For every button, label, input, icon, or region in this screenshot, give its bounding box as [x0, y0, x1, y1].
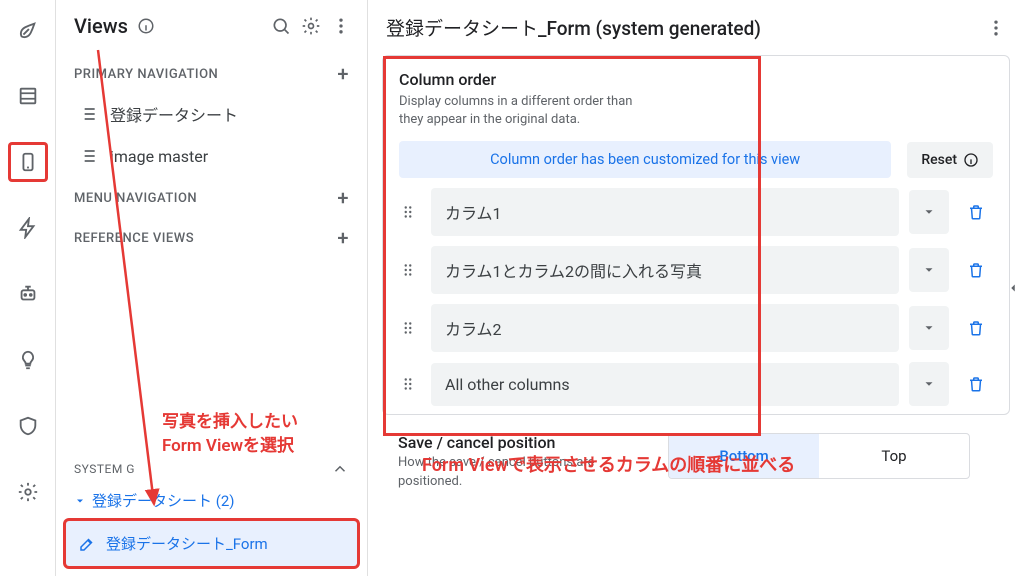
nav-item-1[interactable]: image master: [56, 136, 367, 176]
column-dropdown[interactable]: [909, 306, 949, 350]
drag-handle-icon[interactable]: [399, 375, 421, 393]
system-generated-heading: SYSTEM G: [56, 448, 367, 484]
drag-handle-icon[interactable]: [399, 319, 421, 337]
drag-handle-icon[interactable]: [399, 261, 421, 279]
menu-nav-add[interactable]: +: [337, 186, 349, 210]
segment-top[interactable]: Top: [819, 434, 969, 478]
column-dropdown[interactable]: [909, 248, 949, 292]
column-order-card: Column order Display columns in a differ…: [382, 55, 1010, 415]
column-dropdown[interactable]: [909, 362, 949, 406]
list-icon: [78, 104, 98, 124]
rail-lightbulb-icon[interactable]: [8, 340, 48, 380]
rail-shield-icon[interactable]: [8, 406, 48, 446]
views-panel: Views PRIMARY NAVIGATION + 登録データシート: [56, 0, 368, 576]
right-expand-handle[interactable]: [1006, 281, 1020, 295]
column-pill[interactable]: カラム1とカラム2の間に入れる写真: [431, 246, 899, 294]
delete-icon[interactable]: [959, 203, 993, 221]
order-row: All other columns: [399, 362, 993, 406]
save-cancel-segment: Bottom Top: [668, 433, 970, 479]
rail-data-icon[interactable]: [8, 76, 48, 116]
save-cancel-row: Save / cancel position How the save / ca…: [368, 415, 1024, 490]
page-title: 登録データシート_Form (system generated): [386, 14, 761, 41]
rail-gear-icon[interactable]: [8, 472, 48, 512]
rail-rocket-icon[interactable]: [8, 10, 48, 50]
drag-handle-icon[interactable]: [399, 203, 421, 221]
chevron-up-icon[interactable]: [331, 460, 349, 478]
icon-rail: [0, 0, 56, 576]
column-order-notice: Column order has been customized for thi…: [399, 141, 891, 178]
views-header: Views: [56, 0, 367, 52]
segment-bottom[interactable]: Bottom: [669, 434, 819, 478]
gear-icon[interactable]: [299, 14, 323, 38]
main-panel: 登録データシート_Form (system generated) Column …: [368, 0, 1024, 576]
column-pill[interactable]: カラム1: [431, 188, 899, 236]
info-icon[interactable]: [134, 14, 158, 38]
menu-nav-heading: MENU NAVIGATION +: [56, 176, 367, 216]
rail-smartphone-icon[interactable]: [8, 142, 48, 182]
save-cancel-desc: How the save / cancel buttons are positi…: [398, 454, 648, 490]
list-icon: [78, 146, 98, 166]
rail-bot-icon[interactable]: [8, 274, 48, 314]
primary-nav-heading: PRIMARY NAVIGATION +: [56, 52, 367, 92]
delete-icon[interactable]: [959, 375, 993, 393]
views-title: Views: [74, 14, 128, 38]
order-row: カラム1とカラム2の間に入れる写真: [399, 246, 993, 294]
save-cancel-title: Save / cancel position: [398, 433, 648, 452]
search-icon[interactable]: [269, 14, 293, 38]
main-more-icon[interactable]: [986, 18, 1006, 38]
system-group[interactable]: 登録データシート (2): [56, 484, 367, 517]
more-icon[interactable]: [329, 14, 353, 38]
reference-views-heading: REFERENCE VIEWS +: [56, 216, 367, 256]
delete-icon[interactable]: [959, 261, 993, 279]
order-row: カラム2: [399, 304, 993, 352]
rail-bolt-icon[interactable]: [8, 208, 48, 248]
delete-icon[interactable]: [959, 319, 993, 337]
system-item-form[interactable]: 登録データシート_Form: [66, 521, 357, 566]
main-header: 登録データシート_Form (system generated): [368, 0, 1024, 55]
order-row: カラム1: [399, 188, 993, 236]
primary-nav-add[interactable]: +: [337, 62, 349, 86]
column-pill[interactable]: カラム2: [431, 304, 899, 352]
reference-views-add[interactable]: +: [337, 226, 349, 250]
nav-item-0[interactable]: 登録データシート: [56, 92, 367, 136]
column-order-desc: Display columns in a different order tha…: [399, 93, 659, 129]
column-pill[interactable]: All other columns: [431, 363, 899, 406]
column-dropdown[interactable]: [909, 190, 949, 234]
column-order-title: Column order: [399, 70, 993, 89]
order-rows: カラム1 カラム1とカラム2の間に入れる写真 カラム2: [399, 188, 993, 406]
reset-button[interactable]: Reset: [907, 142, 993, 178]
